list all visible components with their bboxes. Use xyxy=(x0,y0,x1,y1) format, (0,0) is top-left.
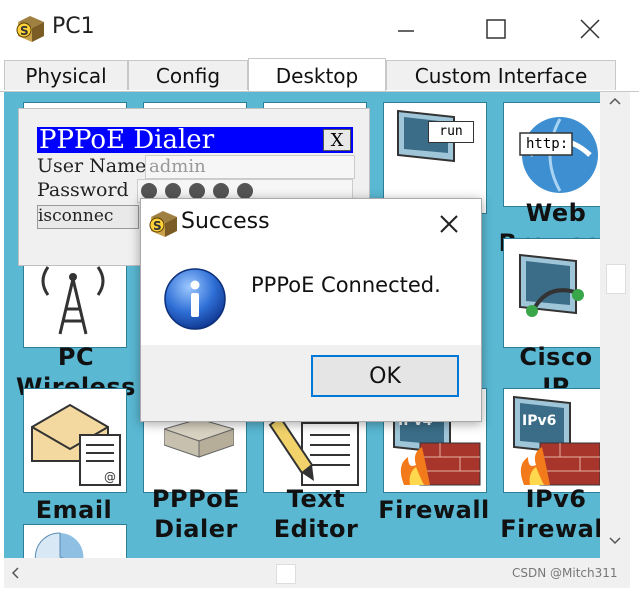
password-dot xyxy=(189,183,205,199)
wireless-antenna-icon xyxy=(41,266,105,335)
password-label: Password xyxy=(37,179,129,201)
password-dot xyxy=(141,183,157,199)
maximize-icon xyxy=(486,19,506,39)
app-web-browser[interactable]: http: xyxy=(503,102,600,207)
dialog-title: Success xyxy=(181,209,270,234)
horizontal-scroll-thumb[interactable] xyxy=(276,564,296,584)
watermark: CSDN @Mitch311 xyxy=(512,566,618,580)
pppoe-close-button[interactable]: X xyxy=(323,129,351,151)
success-dialog: S Success PPPoE Connected. OK xyxy=(140,198,482,422)
window-title: PC1 xyxy=(52,14,95,39)
email-icon: @ xyxy=(31,403,121,486)
pie-chart-icon xyxy=(34,532,84,558)
scroll-down-icon[interactable] xyxy=(608,536,622,546)
run-badge: run xyxy=(428,121,474,143)
scroll-left-icon[interactable] xyxy=(10,566,20,580)
svg-text:@: @ xyxy=(104,470,116,484)
password-dot xyxy=(237,183,253,199)
ipv6-badge: IPv6 xyxy=(522,413,557,429)
information-icon xyxy=(164,268,226,330)
ipv6-firewall-icon xyxy=(513,395,600,486)
password-dot xyxy=(165,183,181,199)
web-browser-icon xyxy=(519,117,598,193)
minimize-button[interactable] xyxy=(384,10,428,48)
app-label-email: Email xyxy=(35,496,113,524)
ok-button[interactable]: OK xyxy=(311,355,459,397)
svg-text:S: S xyxy=(153,219,162,233)
scroll-up-icon[interactable] xyxy=(608,96,622,106)
packet-tracer-icon: S xyxy=(149,211,177,237)
app-label-text-editor: Text Editor xyxy=(273,485,359,543)
packet-tracer-icon: S xyxy=(16,16,44,42)
tab-config[interactable]: Config xyxy=(128,60,248,90)
vertical-scroll-thumb[interactable] xyxy=(606,264,626,294)
app-label-firewall: Firewall xyxy=(378,496,490,524)
text-editor-icon xyxy=(268,415,359,486)
pppoe-dialer-icon xyxy=(164,419,234,458)
close-window-button[interactable] xyxy=(568,10,612,48)
dialog-message: PPPoE Connected. xyxy=(251,273,441,297)
cisco-ip-communicator-icon xyxy=(519,253,584,317)
app-cisco-ip-communicator[interactable] xyxy=(503,238,600,348)
username-label: User Name xyxy=(37,155,147,177)
maximize-button[interactable] xyxy=(474,10,518,48)
app-label-ipv6-firewall: IPv6 Firewall xyxy=(500,485,600,543)
tab-bar: Physical Config Desktop Custom Interface xyxy=(0,58,639,92)
minimize-icon xyxy=(398,30,414,32)
tab-physical[interactable]: Physical xyxy=(4,60,128,90)
app-email[interactable]: @ xyxy=(23,388,127,493)
pppoe-dialer-title: PPPoE Dialer xyxy=(37,127,353,153)
vertical-scrollbar[interactable] xyxy=(600,92,630,558)
http-badge: http: xyxy=(526,136,569,152)
tab-desktop[interactable]: Desktop xyxy=(248,58,386,92)
tab-custom-interface[interactable]: Custom Interface xyxy=(386,60,616,90)
app-pie-chart[interactable] xyxy=(23,524,127,558)
close-icon xyxy=(440,215,458,233)
dialog-close-button[interactable] xyxy=(431,207,467,241)
disconnect-button[interactable]: isconnec xyxy=(37,205,139,229)
password-dot xyxy=(213,183,229,199)
svg-text:S: S xyxy=(20,24,29,38)
app-ipv6-firewall[interactable]: IPv6 xyxy=(503,388,600,493)
close-icon xyxy=(580,19,600,39)
title-bar: S PC1 xyxy=(0,0,639,58)
app-label-pppoe-dialer: PPPoE Dialer xyxy=(151,485,241,543)
username-field[interactable]: admin xyxy=(145,155,355,179)
